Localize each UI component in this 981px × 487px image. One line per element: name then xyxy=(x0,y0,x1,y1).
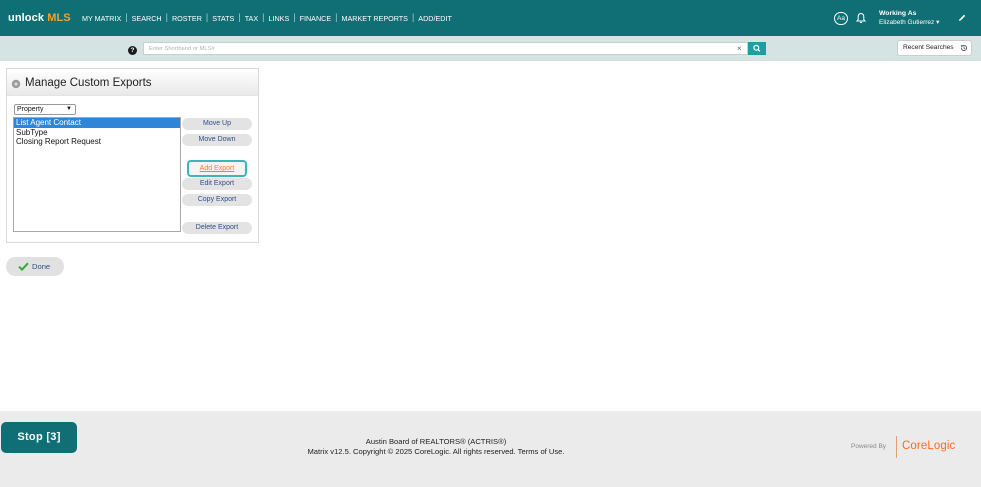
panel-header: Manage Custom Exports xyxy=(7,69,258,96)
logo-suffix: MLS xyxy=(47,12,71,24)
footer-divider xyxy=(896,436,897,458)
unlock-mls-logo[interactable]: unlock MLS xyxy=(8,12,71,24)
shorthand-search-input[interactable] xyxy=(143,42,748,55)
powered-by-label: Powered By xyxy=(851,443,887,450)
bell-icon[interactable] xyxy=(855,12,867,24)
user-menu[interactable]: Elizabeth Gutierrez ▾ xyxy=(879,18,939,27)
nav-stats[interactable]: STATS xyxy=(208,14,238,23)
nav-links[interactable]: LINKS xyxy=(264,14,293,23)
search-icon xyxy=(753,44,761,52)
nav-search[interactable]: SEARCH xyxy=(128,14,166,23)
help-icon[interactable]: ? xyxy=(128,46,137,55)
text-size-button[interactable]: Aa xyxy=(834,12,848,25)
nav-finance[interactable]: FINANCE xyxy=(296,14,336,23)
move-down-button[interactable]: Move Down xyxy=(182,134,252,146)
stop-button[interactable]: Stop [3] xyxy=(1,422,77,453)
recent-searches-button[interactable]: Recent Searches xyxy=(897,40,972,56)
corelogic-logo: CoreLogic xyxy=(902,440,956,452)
terms-of-use-link[interactable]: Terms of Use. xyxy=(518,447,565,456)
chevron-down-icon: ▾ xyxy=(936,19,940,26)
edit-export-button[interactable]: Edit Export xyxy=(182,178,252,190)
working-as-label: Working As xyxy=(879,10,917,17)
chevron-down-icon: ▼ xyxy=(66,106,72,112)
move-up-button[interactable]: Move Up xyxy=(182,118,252,130)
footer-copyright: Matrix v12.5. Copyright © 2025 CoreLogic… xyxy=(307,447,516,456)
footer-copyright-line: Matrix v12.5. Copyright © 2025 CoreLogic… xyxy=(0,447,872,456)
main-menu: MY MATRIX | SEARCH | ROSTER | STATS | TAX | L… xyxy=(78,13,456,24)
footer-org: Austin Board of REALTORS® (ACTRIS®) xyxy=(365,437,507,446)
logo-prefix: unlock xyxy=(8,12,45,24)
history-icon xyxy=(960,44,967,51)
clear-icon[interactable]: × xyxy=(737,43,742,54)
nav-roster[interactable]: ROSTER xyxy=(168,14,206,23)
nav-my-matrix[interactable]: MY MATRIX xyxy=(78,14,125,23)
nav-tax[interactable]: TAX xyxy=(241,14,262,23)
export-list-item[interactable]: List Agent Contact xyxy=(14,118,180,128)
check-icon xyxy=(18,262,29,271)
top-nav: unlock MLS MY MATRIX | SEARCH | ROSTER | ST… xyxy=(0,0,981,36)
export-type-select[interactable]: Property ▼ xyxy=(14,104,76,115)
search-bar: ? × Recent Searches xyxy=(0,36,981,61)
copy-export-button[interactable]: Copy Export xyxy=(182,194,252,206)
nav-add-edit[interactable]: ADD/EDIT xyxy=(414,14,456,23)
recent-searches-label: Recent Searches xyxy=(903,44,954,51)
gear-icon xyxy=(11,79,21,89)
search-button[interactable] xyxy=(748,42,766,55)
footer: Austin Board of REALTORS® (ACTRIS®) Matr… xyxy=(0,411,981,487)
pencil-icon[interactable] xyxy=(957,13,967,23)
export-list-item[interactable]: Closing Report Request xyxy=(14,137,180,147)
working-as-block: Working As Elizabeth Gutierrez ▾ xyxy=(879,9,939,27)
export-list-item[interactable]: SubType xyxy=(14,128,180,138)
add-export-button[interactable]: Add Export xyxy=(187,160,247,177)
done-label: Done xyxy=(32,262,51,271)
user-name: Elizabeth Gutierrez xyxy=(879,19,935,26)
done-button[interactable]: Done xyxy=(6,257,64,276)
delete-export-button[interactable]: Delete Export xyxy=(182,222,252,234)
export-list[interactable]: List Agent Contact SubType Closing Repor… xyxy=(13,117,181,232)
panel-title: Manage Custom Exports xyxy=(25,77,152,89)
export-type-value: Property xyxy=(17,106,44,113)
nav-market-reports[interactable]: MARKET REPORTS xyxy=(338,14,412,23)
